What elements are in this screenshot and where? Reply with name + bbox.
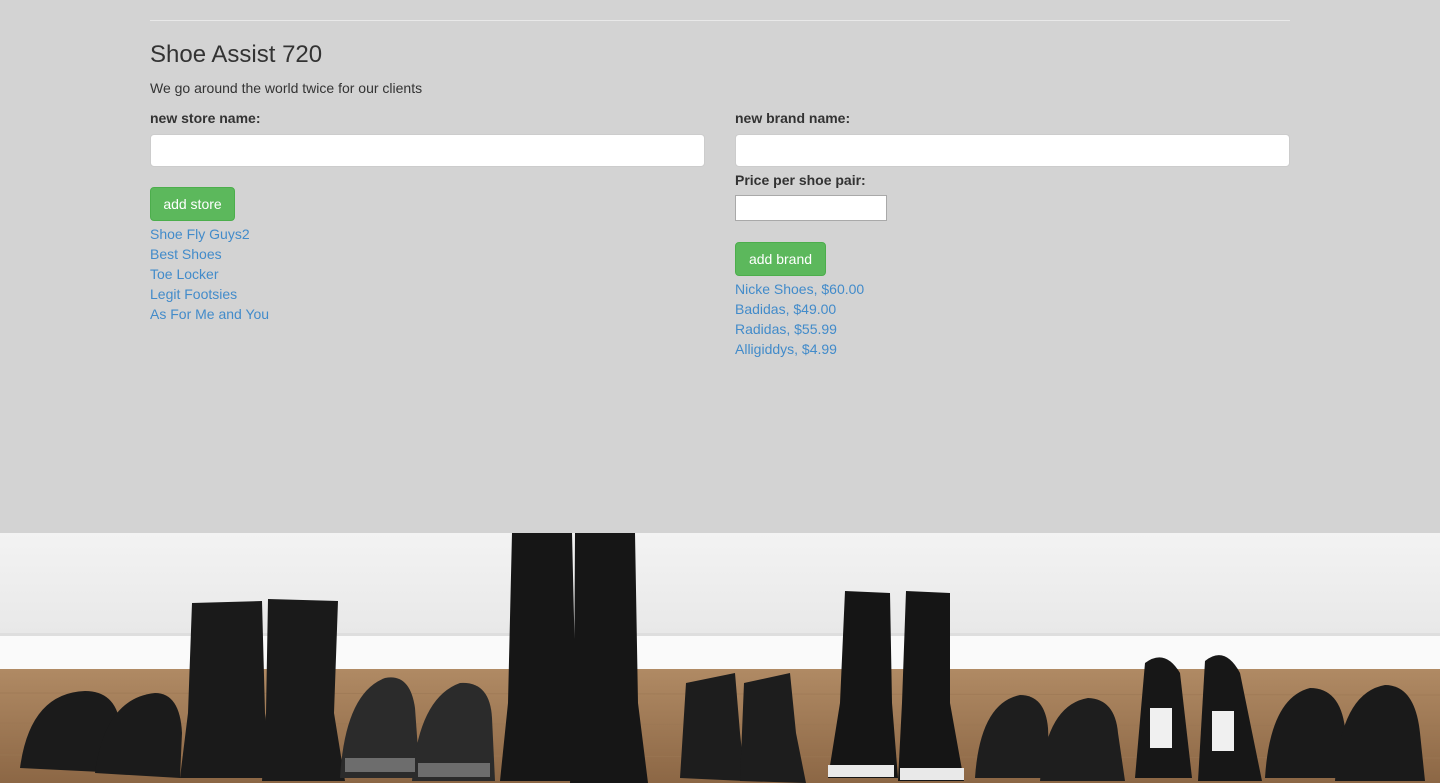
brand-name-input[interactable] <box>735 134 1290 167</box>
price-input[interactable] <box>735 195 887 221</box>
store-name-input[interactable] <box>150 134 705 167</box>
store-link-legit-footsies[interactable]: Legit Footsies <box>150 286 237 302</box>
brand-name-label: new brand name: <box>735 110 851 126</box>
add-brand-button[interactable]: add brand <box>735 242 826 276</box>
list-item: Radidas, $55.99 <box>735 319 1290 339</box>
list-item: Toe Locker <box>150 264 705 284</box>
list-item: As For Me and You <box>150 304 705 324</box>
list-item: Alligiddys, $4.99 <box>735 339 1290 359</box>
store-link-best-shoes[interactable]: Best Shoes <box>150 246 222 262</box>
store-name-label: new store name: <box>150 110 261 126</box>
store-link-as-for-me-and-you[interactable]: As For Me and You <box>150 306 269 322</box>
price-label: Price per shoe pair: <box>735 172 866 188</box>
main-panel: Shoe Assist 720 We go around the world t… <box>0 0 1440 533</box>
brand-link-badidas[interactable]: Badidas, $49.00 <box>735 301 836 317</box>
page: Shoe Assist 720 We go around the world t… <box>0 0 1440 783</box>
store-list: Shoe Fly Guys2 Best Shoes Toe Locker Leg… <box>150 224 705 324</box>
list-item: Shoe Fly Guys2 <box>150 224 705 244</box>
shoes-row-photo <box>0 533 1440 783</box>
brand-list: Nicke Shoes, $60.00 Badidas, $49.00 Radi… <box>735 279 1290 359</box>
add-store-button[interactable]: add store <box>150 187 235 221</box>
list-item: Badidas, $49.00 <box>735 299 1290 319</box>
divider <box>150 20 1290 21</box>
store-link-shoe-fly-guys2[interactable]: Shoe Fly Guys2 <box>150 226 250 242</box>
brand-form: new brand name: Price per shoe pair: add… <box>735 109 1290 359</box>
list-item: Nicke Shoes, $60.00 <box>735 279 1290 299</box>
list-item: Best Shoes <box>150 244 705 264</box>
store-link-toe-locker[interactable]: Toe Locker <box>150 266 218 282</box>
brand-link-radidas[interactable]: Radidas, $55.99 <box>735 321 837 337</box>
store-form: new store name: add store Shoe Fly Guys2… <box>150 109 705 324</box>
page-tagline: We go around the world twice for our cli… <box>150 80 423 96</box>
page-title: Shoe Assist 720 <box>150 41 323 68</box>
brand-link-nicke-shoes[interactable]: Nicke Shoes, $60.00 <box>735 281 864 297</box>
list-item: Legit Footsies <box>150 284 705 304</box>
brand-link-alligiddys[interactable]: Alligiddys, $4.99 <box>735 341 837 357</box>
